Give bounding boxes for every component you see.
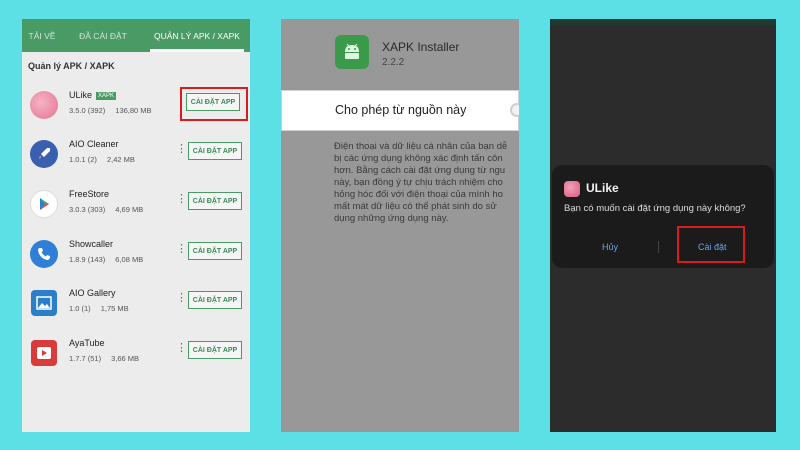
app-row-showcaller: Showcaller 1.8.9 (143) 6,08 MB ⋮ CÀI ĐẶT … bbox=[22, 232, 250, 282]
more-options-icon[interactable]: ⋮ bbox=[176, 244, 187, 255]
ulike-icon bbox=[564, 181, 580, 197]
app-version: 1.0.1 (2) bbox=[69, 155, 97, 164]
cancel-button[interactable]: Hủy bbox=[602, 242, 618, 252]
unknown-sources-screen: XAPK Installer 2.2.2 Cho phép từ nguồn n… bbox=[281, 19, 519, 432]
phone-icon bbox=[30, 240, 58, 268]
youtube-icon bbox=[31, 340, 57, 366]
install-app-button[interactable]: CÀI ĐẶT APP bbox=[188, 341, 242, 359]
more-options-icon[interactable]: ⋮ bbox=[176, 194, 187, 205]
install-app-button[interactable]: CÀI ĐẶT APP bbox=[188, 142, 242, 160]
app-name: FreeStore bbox=[69, 189, 110, 199]
dialog-question: Bạn có muốn cài đặt ứng dụng này không? bbox=[564, 203, 746, 214]
gallery-icon bbox=[31, 290, 57, 316]
app-version: 3.0.3 (303) bbox=[69, 205, 106, 214]
warning-line: dụng những ứng dụng này. bbox=[334, 213, 449, 224]
play-store-icon bbox=[30, 190, 58, 218]
android-icon bbox=[335, 35, 369, 69]
install-app-button[interactable]: CÀI ĐẶT APP bbox=[188, 192, 242, 210]
apk-manager-screen: TẢI VỀ ĐÃ CÀI ĐẶT QUẢN LÝ APK / XAPK Quả… bbox=[22, 19, 250, 432]
more-options-icon[interactable]: ⋮ bbox=[176, 343, 187, 354]
warning-line: Điện thoại và dữ liệu cá nhân của bạn dễ bbox=[334, 141, 508, 152]
more-options-icon[interactable]: ⋮ bbox=[176, 293, 187, 304]
app-size: 2,42 MB bbox=[106, 155, 135, 164]
allow-source-toggle[interactable] bbox=[510, 103, 519, 117]
app-name: ULike bbox=[69, 90, 93, 100]
warning-line: hơn. Bằng cách cài đặt ứng dụng từ ngu bbox=[334, 165, 506, 176]
tab-installed[interactable]: ĐÃ CÀI ĐẶT bbox=[62, 19, 144, 52]
app-name: AIO Cleaner bbox=[69, 139, 119, 149]
app-size: 1,75 MB bbox=[100, 304, 129, 313]
installer-app-title: XAPK Installer bbox=[382, 40, 460, 54]
app-size: 3,66 MB bbox=[111, 354, 140, 363]
dialog-app-name: ULike bbox=[586, 181, 619, 195]
ulike-icon bbox=[30, 91, 58, 119]
app-size: 4,69 MB bbox=[115, 205, 144, 214]
app-row-aio-cleaner: AIO Cleaner 1.0.1 (2) 2,42 MB ⋮ CÀI ĐẶT A… bbox=[22, 132, 250, 182]
tab-bar: TẢI VỀ ĐÃ CÀI ĐẶT QUẢN LÝ APK / XAPK bbox=[22, 19, 250, 52]
allow-source-label: Cho phép từ nguồn này bbox=[335, 103, 467, 117]
app-version: 1.8.9 (143) bbox=[69, 255, 106, 264]
highlight-install-button bbox=[180, 87, 248, 121]
app-name: AyaTube bbox=[69, 338, 105, 348]
app-size: 6,08 MB bbox=[115, 255, 144, 264]
app-version: 3.5.0 (392) bbox=[69, 106, 106, 115]
app-row-aio-gallery: AIO Gallery 1.0 (1) 1,75 MB ⋮ CÀI ĐẶT APP bbox=[22, 281, 250, 331]
app-version: 1.0 (1) bbox=[69, 304, 91, 313]
app-row-ayatube: AyaTube 1.7.7 (51) 3,66 MB ⋮ CÀI ĐẶT APP bbox=[22, 331, 250, 381]
warning-line: hỏng hóc đối với điện thoại của mình ho bbox=[334, 189, 503, 200]
allow-source-setting[interactable]: Cho phép từ nguồn này bbox=[281, 90, 519, 131]
warning-description: Điện thoại và dữ liệu cá nhân của bạn dễ… bbox=[334, 141, 519, 225]
app-version: 1.7.7 (51) bbox=[69, 354, 102, 363]
warning-line: bị các ứng dụng không xác định tấn côn bbox=[334, 153, 503, 164]
highlight-install-confirm bbox=[677, 226, 745, 263]
xapk-badge: XAPK bbox=[96, 92, 117, 100]
tab-apk-manager[interactable]: QUẢN LÝ APK / XAPK bbox=[144, 19, 250, 52]
button-divider bbox=[658, 241, 659, 253]
tab-downloads[interactable]: TẢI VỀ bbox=[22, 19, 62, 52]
warning-line: này, bạn đồng ý tự chịu trách nhiệm cho bbox=[334, 177, 503, 188]
app-row-freestore: FreeStore 3.0.3 (303) 4,69 MB ⋮ CÀI ĐẶT A… bbox=[22, 182, 250, 232]
section-title: Quản lý APK / XAPK bbox=[28, 61, 115, 71]
app-name: AIO Gallery bbox=[69, 288, 116, 298]
app-size: 136,80 MB bbox=[115, 106, 152, 115]
install-app-button[interactable]: CÀI ĐẶT APP bbox=[188, 291, 242, 309]
installer-app-version: 2.2.2 bbox=[382, 57, 405, 68]
rocket-icon bbox=[30, 140, 58, 168]
status-bar bbox=[550, 19, 776, 26]
install-app-button[interactable]: CÀI ĐẶT APP bbox=[188, 242, 242, 260]
warning-line: mất mát dữ liệu có thể phát sinh do sử bbox=[334, 201, 497, 212]
more-options-icon[interactable]: ⋮ bbox=[176, 144, 187, 155]
app-name: Showcaller bbox=[69, 239, 114, 249]
